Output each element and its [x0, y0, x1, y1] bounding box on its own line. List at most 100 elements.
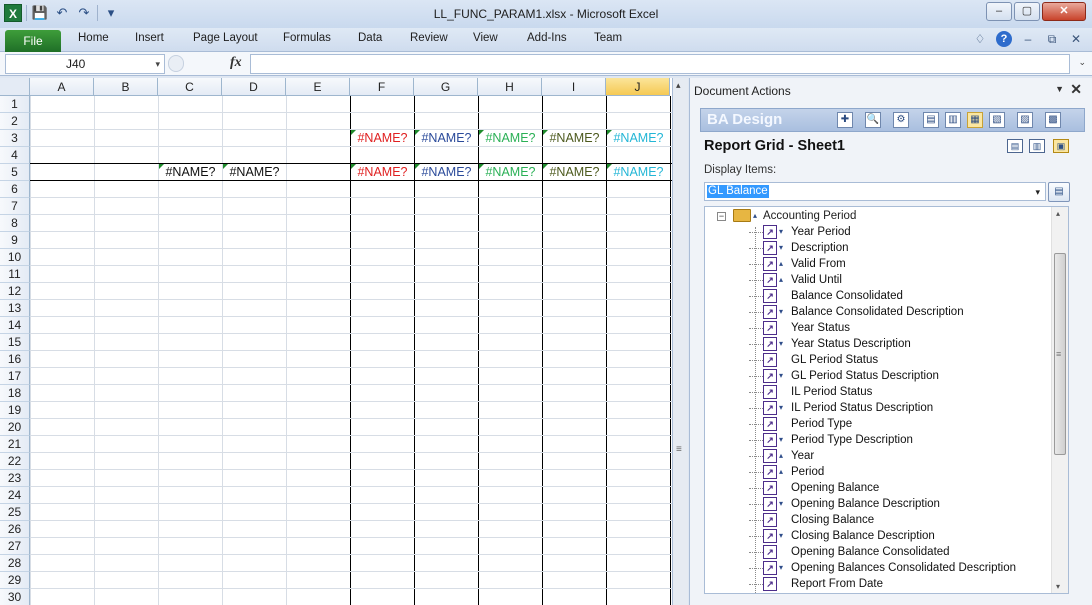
- column-header-h[interactable]: H: [478, 78, 542, 96]
- export-icon[interactable]: ▩: [1045, 112, 1061, 128]
- row-header-15[interactable]: 15: [0, 334, 30, 351]
- scroll-down-icon[interactable]: ▾: [1056, 582, 1060, 591]
- column-header-d[interactable]: D: [222, 78, 286, 96]
- scroll-up-icon[interactable]: ▴: [676, 80, 681, 91]
- restore-button[interactable]: ▢: [1014, 2, 1040, 21]
- row-header-19[interactable]: 19: [0, 402, 30, 419]
- tab-review[interactable]: Review: [410, 32, 448, 44]
- column-header-c[interactable]: C: [158, 78, 222, 96]
- row-header-8[interactable]: 8: [0, 215, 30, 232]
- chevron-down-icon[interactable]: ▾: [1035, 187, 1040, 198]
- row-header-18[interactable]: 18: [0, 385, 30, 402]
- tree-scrollbar[interactable]: ▴ ≡ ▾: [1051, 207, 1068, 593]
- cell-f3[interactable]: #NAME?: [351, 130, 414, 146]
- row-header-21[interactable]: 21: [0, 436, 30, 453]
- row-header-29[interactable]: 29: [0, 572, 30, 589]
- splitter-grip-icon[interactable]: ≡: [676, 444, 682, 455]
- column-header-j[interactable]: J: [606, 78, 670, 96]
- tree-root-item[interactable]: − ▴ Accounting Period: [705, 208, 1045, 224]
- row-header-2[interactable]: 2: [0, 113, 30, 130]
- formula-input[interactable]: [250, 54, 1070, 74]
- name-box-dropdown-icon[interactable]: ▾: [155, 55, 160, 73]
- pane-menu-icon[interactable]: ▼: [1055, 84, 1064, 94]
- display-items-browse-button[interactable]: ▤: [1048, 182, 1070, 202]
- column-header-b[interactable]: B: [94, 78, 158, 96]
- tree-item[interactable]: ↗ ▾ Closing Balance Description: [705, 528, 1045, 544]
- tree-item[interactable]: ↗ ▾ Description: [705, 240, 1045, 256]
- cell-h3[interactable]: #NAME?: [479, 130, 542, 146]
- column-header-e[interactable]: E: [286, 78, 350, 96]
- tree-item[interactable]: ↗ ▾ Year Status Description: [705, 336, 1045, 352]
- tree-item[interactable]: ↗ ▴ Valid From: [705, 256, 1045, 272]
- row-header-3[interactable]: 3: [0, 130, 30, 147]
- display-items-select[interactable]: GL Balance ▾: [704, 182, 1046, 201]
- cell-g5[interactable]: #NAME?: [415, 164, 478, 180]
- tree-item[interactable]: ↗ ▾ Opening Balance Description: [705, 496, 1045, 512]
- vertical-scrollbar[interactable]: ▴ ≡: [672, 78, 688, 605]
- worksheet-grid[interactable]: A B C D E F G H I J 1 2 3 4 5 6 7 8 9 10 11 12 13 14 15 16 17 18 19 2…: [0, 78, 672, 605]
- row-header-25[interactable]: 25: [0, 504, 30, 521]
- settings-icon[interactable]: ⚙: [893, 112, 909, 128]
- row-header-16[interactable]: 16: [0, 351, 30, 368]
- row-header-1[interactable]: 1: [0, 96, 30, 113]
- column-header-i[interactable]: I: [542, 78, 606, 96]
- tab-data[interactable]: Data: [358, 32, 382, 44]
- tab-file[interactable]: File: [5, 30, 61, 52]
- row-header-11[interactable]: 11: [0, 266, 30, 283]
- row-header-23[interactable]: 23: [0, 470, 30, 487]
- workbook-close-icon[interactable]: ✕: [1068, 32, 1084, 46]
- tree-item[interactable]: ↗ GL Period Status: [705, 352, 1045, 368]
- tree-item[interactable]: ↗ Opening Balance: [705, 480, 1045, 496]
- tree-item[interactable]: ↗ ▴ Year: [705, 448, 1045, 464]
- layout-rows-icon[interactable]: ▤: [1007, 139, 1023, 153]
- cell-c5[interactable]: #NAME?: [159, 164, 222, 180]
- name-box[interactable]: J40 ▾: [5, 54, 165, 74]
- row-header-26[interactable]: 26: [0, 521, 30, 538]
- grid-options-icon[interactable]: ▧: [989, 112, 1005, 128]
- tree-item[interactable]: ↗ ▾ Period Type Description: [705, 432, 1045, 448]
- select-all-corner[interactable]: [0, 78, 30, 96]
- tree-item[interactable]: ↗ ▾ GL Period Status Description: [705, 368, 1045, 384]
- row-header-20[interactable]: 20: [0, 419, 30, 436]
- row-header-13[interactable]: 13: [0, 300, 30, 317]
- row-header-28[interactable]: 28: [0, 555, 30, 572]
- tab-team[interactable]: Team: [594, 32, 622, 44]
- row-header-4[interactable]: 4: [0, 147, 30, 164]
- row-header-27[interactable]: 27: [0, 538, 30, 555]
- add-icon[interactable]: ✚: [837, 112, 853, 128]
- minimize-ribbon-icon[interactable]: ♢: [972, 32, 988, 46]
- cell-h5[interactable]: #NAME?: [479, 164, 542, 180]
- row-header-12[interactable]: 12: [0, 283, 30, 300]
- scroll-up-icon[interactable]: ▴: [1056, 209, 1060, 218]
- row-header-10[interactable]: 10: [0, 249, 30, 266]
- tab-formulas[interactable]: Formulas: [283, 32, 331, 44]
- row-header-22[interactable]: 22: [0, 453, 30, 470]
- cell-g3[interactable]: #NAME?: [415, 130, 478, 146]
- pane-close-icon[interactable]: ✕: [1070, 81, 1082, 98]
- row-header-30[interactable]: 30: [0, 589, 30, 605]
- insert-function-icon[interactable]: fx: [230, 55, 242, 71]
- tree-item[interactable]: ↗ Opening Balance Consolidated: [705, 544, 1045, 560]
- workbook-restore-icon[interactable]: ⧉: [1044, 32, 1060, 47]
- tab-add-ins[interactable]: Add-Ins: [527, 32, 567, 44]
- table-icon[interactable]: ▨: [1017, 112, 1033, 128]
- report-grid-icon[interactable]: ▦: [967, 112, 983, 128]
- row-header-5[interactable]: 5: [0, 164, 30, 181]
- tree-item[interactable]: ↗ ▴ Valid Until: [705, 272, 1045, 288]
- tree-item[interactable]: ↗ ▴ Period: [705, 464, 1045, 480]
- row-header-9[interactable]: 9: [0, 232, 30, 249]
- cell-j5[interactable]: #NAME?: [607, 164, 670, 180]
- column-header-g[interactable]: G: [414, 78, 478, 96]
- page-icon[interactable]: ▥: [945, 112, 961, 128]
- tree-item[interactable]: ↗ Period Type: [705, 416, 1045, 432]
- cell-d5[interactable]: #NAME?: [223, 164, 286, 180]
- minimize-button[interactable]: –: [986, 2, 1012, 21]
- tree-item[interactable]: ↗ Closing Balance: [705, 512, 1045, 528]
- search-icon[interactable]: 🔍: [865, 112, 881, 128]
- layout-columns-icon[interactable]: ▥: [1029, 139, 1045, 153]
- row-header-14[interactable]: 14: [0, 317, 30, 334]
- column-header-a[interactable]: A: [30, 78, 94, 96]
- tree-item[interactable]: ↗ Balance Consolidated: [705, 288, 1045, 304]
- expand-formula-bar-icon[interactable]: ⌄: [1078, 57, 1086, 68]
- column-header-f[interactable]: F: [350, 78, 414, 96]
